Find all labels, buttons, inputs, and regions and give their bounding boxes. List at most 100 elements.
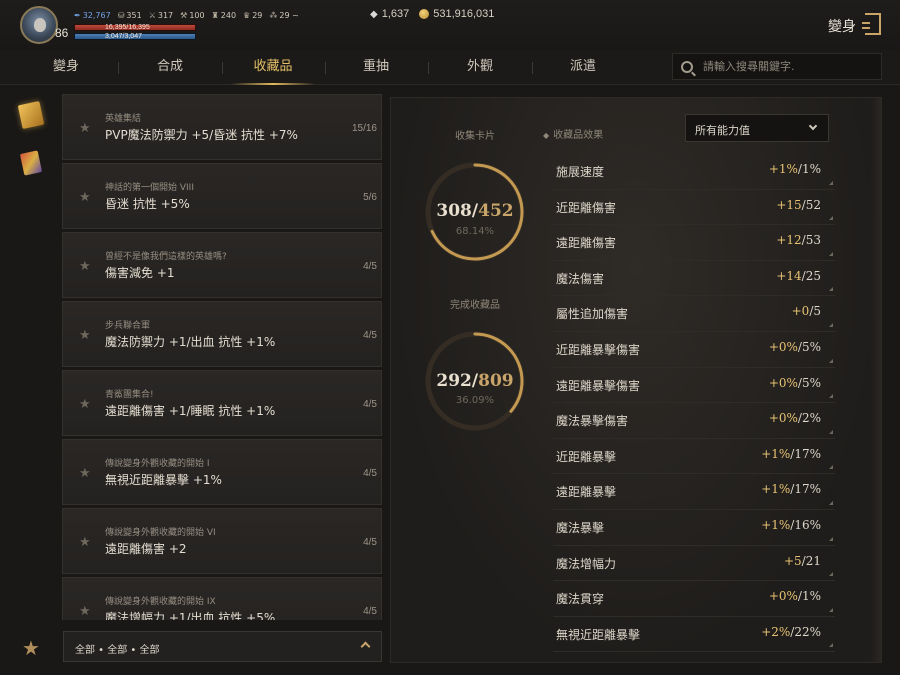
corner-mark-icon — [829, 287, 833, 292]
collection-count: 4/5 — [363, 330, 377, 341]
complete-total: 809 — [478, 371, 514, 391]
effect-row[interactable]: 遠距離傷害 +12/53 — [553, 225, 835, 261]
effect-current: +0% — [768, 589, 798, 604]
collection-entry[interactable]: ★ 傳說變身外觀收藏的開始 VI 遠距離傷害 +2 4/5 — [62, 508, 382, 574]
gold-amount: 531,916,031 — [433, 8, 495, 20]
effect-max: 53 — [805, 233, 821, 248]
effect-value: +1%/1% — [769, 162, 821, 176]
stat-value: 351 — [126, 11, 142, 20]
stat-filter-label: 所有能力值 — [695, 124, 750, 137]
effect-value: +14/25 — [776, 269, 821, 283]
trophy-icon: ♛ — [243, 11, 251, 20]
bag-icon: ♜ — [211, 11, 219, 20]
complete-current: 292 — [436, 371, 472, 391]
tab-divider — [428, 62, 429, 74]
coin-stack-icon: ⛁ — [117, 11, 125, 20]
collection-effect: 魔法增幅力 +1/出血 抗性 +5% — [105, 611, 276, 620]
collection-entry[interactable]: ★ 傳說變身外觀收藏的開始 IX 魔法增幅力 +1/出血 抗性 +5% 4/5 — [62, 577, 382, 620]
collection-entry[interactable]: ★ 英雄集結 PVP魔法防禦力 +5/昏迷 抗性 +7% 15/16 — [62, 94, 382, 160]
tab-divider — [118, 62, 119, 74]
tab-dispatch[interactable]: 派遣 — [533, 50, 633, 85]
effect-value: +2%/22% — [761, 625, 821, 639]
effect-row[interactable]: 魔法增幅力 +5/21 — [553, 546, 835, 582]
gold-balance: 531,916,031 — [419, 8, 494, 20]
effect-row[interactable]: 近距離暴擊 +1%/17% — [553, 439, 835, 475]
corner-mark-icon — [829, 465, 833, 470]
effect-row[interactable]: 魔法貫穿 +0%/1% — [553, 581, 835, 617]
collection-entry[interactable]: ★ 曾經不是像我們這樣的英雄嗎? 傷害減免 +1 4/5 — [62, 232, 382, 298]
tab-appearance[interactable]: 外觀 — [430, 50, 530, 85]
star-icon[interactable]: ★ — [79, 190, 91, 205]
favorite-star-icon[interactable]: ★ — [22, 636, 40, 660]
star-icon[interactable]: ★ — [79, 397, 91, 412]
collection-name: 神話的第一個開始 VIII — [105, 183, 194, 193]
stat-item: ⛁ 351 — [118, 11, 142, 20]
stat-filter-dropdown[interactable]: 所有能力值 — [685, 114, 829, 142]
effects-heading: ◆ 收藏品效果 — [543, 126, 603, 141]
star-icon[interactable]: ★ — [79, 535, 91, 550]
corner-mark-icon — [829, 500, 833, 505]
effect-max: 2% — [801, 411, 821, 426]
effect-row[interactable]: 魔法暴擊 +1%/16% — [553, 510, 835, 546]
effect-label: 屬性追加傷害 — [556, 307, 629, 322]
collection-book-icon[interactable] — [17, 100, 45, 130]
currency-display: ◆ 1,637 531,916,031 — [370, 8, 494, 20]
star-icon[interactable]: ★ — [79, 121, 91, 136]
effect-label: 魔法暴擊傷害 — [556, 414, 629, 429]
diamond-icon: ◆ — [370, 8, 378, 20]
effect-value: +0%/5% — [769, 376, 821, 390]
cards-percent: 68.14% — [455, 226, 495, 237]
star-icon[interactable]: ★ — [79, 466, 91, 481]
tab-collection[interactable]: 收藏品 — [223, 50, 323, 85]
shard-icon: ⁂ — [269, 11, 278, 20]
effect-max: 17% — [794, 446, 821, 461]
effect-row[interactable]: 屬性追加傷害 +0/5 — [553, 296, 835, 332]
collection-name: 英雄集結 — [105, 114, 142, 124]
collection-list[interactable]: ★ 英雄集結 PVP魔法防禦力 +5/昏迷 抗性 +7% 15/16 ★ 神話的… — [62, 94, 382, 620]
collection-entry[interactable]: ★ 傳說變身外觀收藏的開始 I 無視近距離暴擊 +1% 4/5 — [62, 439, 382, 505]
mp-text: 3,047/3,047 — [105, 33, 142, 40]
stat-value: 29 ~ — [279, 11, 299, 20]
exit-icon[interactable] — [862, 13, 881, 35]
card-deck-icon[interactable] — [19, 150, 43, 176]
effect-value: +15/52 — [776, 198, 821, 212]
corner-mark-icon — [829, 429, 833, 434]
stat-item: ♛ 29 — [243, 11, 262, 20]
effect-max: 22% — [794, 624, 821, 639]
search-box[interactable] — [672, 53, 882, 80]
star-icon[interactable]: ★ — [79, 604, 91, 619]
tab-transform[interactable]: 變身 — [16, 50, 116, 85]
effect-row[interactable]: 施展速度 +1%/1% — [553, 154, 835, 190]
chevron-down-icon — [808, 121, 818, 131]
collection-name: 傳說變身外觀收藏的開始 VI — [105, 528, 216, 538]
effect-row[interactable]: 遠距離暴擊傷害 +0%/5% — [553, 368, 835, 404]
effect-max: 5% — [801, 339, 821, 354]
tab-redraw[interactable]: 重抽 — [326, 50, 426, 85]
effect-value: +12/53 — [776, 233, 821, 247]
effect-row[interactable]: 魔法傷害 +14/25 — [553, 261, 835, 297]
collection-count: 4/5 — [363, 537, 377, 548]
stat-item: ⚒ 100 — [180, 11, 204, 20]
effect-row[interactable]: 近距離傷害 +15/52 — [553, 190, 835, 226]
effect-row[interactable]: 無視近距離暴擊 +2%/22% — [553, 617, 835, 653]
star-icon[interactable]: ★ — [79, 259, 91, 274]
effect-current: +12 — [776, 233, 802, 248]
collection-entry[interactable]: ★ 青鯊團集合! 遠距離傷害 +1/睡眠 抗性 +1% 4/5 — [62, 370, 382, 436]
collection-effect: 魔法防禦力 +1/出血 抗性 +1% — [105, 335, 276, 349]
collection-entry[interactable]: ★ 神話的第一個開始 VIII 昏迷 抗性 +5% 5/6 — [62, 163, 382, 229]
effect-label: 近距離暴擊 — [556, 449, 617, 464]
effect-value: +0%/5% — [769, 340, 821, 354]
effect-row[interactable]: 魔法暴擊傷害 +0%/2% — [553, 403, 835, 439]
effect-row[interactable]: 遠距離暴擊 +1%/17% — [553, 474, 835, 510]
effect-row[interactable]: 近距離暴擊傷害 +0%/5% — [553, 332, 835, 368]
effect-current: +2% — [761, 624, 791, 639]
collection-count: 4/5 — [363, 606, 377, 617]
effect-max: 5% — [801, 375, 821, 390]
filter-dropdown[interactable]: 全部 • 全部 • 全部 — [63, 631, 382, 662]
search-input[interactable] — [703, 54, 881, 79]
stat-item: ⚔ 317 — [149, 11, 173, 20]
avatar[interactable] — [20, 6, 58, 44]
collection-entry[interactable]: ★ 步兵聯合軍 魔法防禦力 +1/出血 抗性 +1% 4/5 — [62, 301, 382, 367]
star-icon[interactable]: ★ — [79, 328, 91, 343]
tab-synthesis[interactable]: 合成 — [120, 50, 220, 85]
